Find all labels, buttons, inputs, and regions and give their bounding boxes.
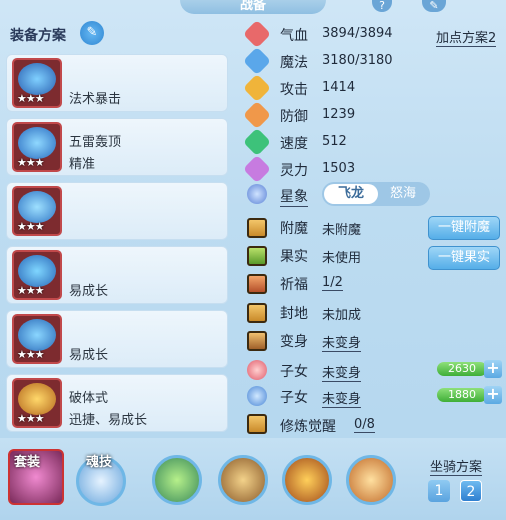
cultivation-icon [247, 414, 267, 434]
transform-value[interactable]: 未变身 [322, 332, 362, 352]
stat-value-hp: 3894/3894 [322, 26, 393, 41]
blessing-icon [247, 274, 267, 294]
spirit-icon [242, 154, 272, 184]
heart-icon [242, 19, 272, 49]
child1-label: 子女 [280, 364, 308, 380]
fruit-label: 果实 [280, 249, 308, 265]
enchant-value: 未附魔 [322, 223, 362, 238]
equip-name: 破体式 [69, 391, 109, 406]
fruit-value: 未使用 [322, 251, 362, 266]
enchant-icon [247, 218, 267, 238]
equip-attr: 易成长 [69, 348, 109, 363]
mount-plan-2-button[interactable]: 2 [460, 480, 482, 502]
skill-slot-2[interactable] [218, 455, 268, 505]
stat-label-mp: 魔法 [280, 55, 308, 71]
equip-plan-title: 装备方案 [10, 28, 66, 44]
stat-label-def: 防御 [280, 109, 308, 125]
child1-add-button[interactable]: + [484, 360, 502, 378]
equip-attr: 法术暴击 [69, 92, 122, 107]
star-icon [247, 184, 267, 204]
fruit-icon [247, 246, 267, 266]
equip-icon: ★★★ [12, 314, 62, 364]
equip-card-5[interactable]: ★★★ 易成长 [6, 310, 228, 368]
transform-label: 变身 [280, 334, 308, 350]
skill-slot-1[interactable] [152, 455, 202, 505]
stat-value-spd: 512 [322, 134, 347, 149]
child-icon [247, 360, 267, 380]
equip-icon: ★★★ [12, 378, 62, 428]
child1-progress: 2630 [437, 362, 487, 376]
mount-plan-label[interactable]: 坐骑方案 [430, 460, 483, 476]
page-title: 战备 [180, 0, 326, 14]
child1-value[interactable]: 未变身 [322, 362, 362, 382]
blessing-label: 祈福 [280, 277, 308, 293]
equip-card-3[interactable]: ★★★ [6, 182, 228, 240]
equip-attr: 易成长 [69, 284, 109, 299]
stat-label-hp: 气血 [280, 28, 308, 44]
equip-attr: 迅捷、易成长 [69, 413, 148, 428]
speed-icon [242, 127, 272, 157]
attack-icon [242, 73, 272, 103]
share-icon[interactable]: ✎ [422, 0, 446, 12]
child2-value[interactable]: 未变身 [322, 388, 362, 408]
enchant-label: 附魔 [280, 221, 308, 237]
equip-attr: 精准 [69, 157, 96, 172]
tab-equip-set-label: 套装 [14, 455, 41, 470]
equip-name: 五雷轰顶 [69, 135, 122, 150]
child2-add-button[interactable]: + [484, 386, 502, 404]
one-click-enchant-button[interactable]: 一键附魔 [428, 216, 500, 240]
cultivation-label: 修炼觉醒 [280, 419, 336, 435]
stat-value-atk: 1414 [322, 80, 356, 95]
help-icon[interactable]: ? [372, 0, 392, 12]
tab-soul-skill-label: 魂技 [86, 455, 113, 470]
equip-icon: ★★★ [12, 58, 62, 108]
child2-progress: 1880 [437, 388, 487, 402]
fief-value: 未加成 [322, 308, 362, 323]
equip-icon: ★★★ [12, 122, 62, 172]
skill-slot-4[interactable] [346, 455, 396, 505]
toggle-option-nuhai[interactable]: 怒海 [378, 184, 428, 204]
blessing-value[interactable]: 1/2 [322, 275, 343, 291]
fief-icon [247, 303, 267, 323]
child2-label: 子女 [280, 390, 308, 406]
stat-label-atk: 攻击 [280, 82, 308, 98]
mana-icon [242, 46, 272, 76]
transform-icon [247, 331, 267, 351]
stat-value-spirit: 1503 [322, 161, 356, 176]
equip-card-4[interactable]: ★★★ 易成长 [6, 246, 228, 304]
equip-card-2[interactable]: ★★★ 五雷轰顶 精准 [6, 118, 228, 176]
stat-value-mp: 3180/3180 [322, 53, 393, 68]
add-point-plan-link[interactable]: 加点方案2 [436, 31, 497, 47]
xingxiang-label[interactable]: 星象 [280, 186, 308, 207]
equip-icon: ★★★ [12, 250, 62, 300]
stat-value-def: 1239 [322, 107, 356, 122]
defense-icon [242, 100, 272, 130]
equip-icon: ★★★ [12, 186, 62, 236]
mount-plan-1-button[interactable]: 1 [428, 480, 450, 502]
cultivation-value[interactable]: 0/8 [354, 417, 375, 433]
child-icon [247, 386, 267, 406]
edit-icon[interactable]: ✎ [80, 21, 104, 45]
toggle-option-feilong[interactable]: 飞龙 [324, 184, 378, 204]
one-click-fruit-button[interactable]: 一键果实 [428, 246, 500, 270]
equip-card-6[interactable]: ★★★ 破体式 迅捷、易成长 [6, 374, 228, 432]
skill-slot-3[interactable] [282, 455, 332, 505]
stat-label-spirit: 灵力 [280, 163, 308, 179]
equip-card-1[interactable]: ★★★ 法术暴击 [6, 54, 228, 112]
fief-label: 封地 [280, 306, 308, 322]
stat-label-spd: 速度 [280, 136, 308, 152]
